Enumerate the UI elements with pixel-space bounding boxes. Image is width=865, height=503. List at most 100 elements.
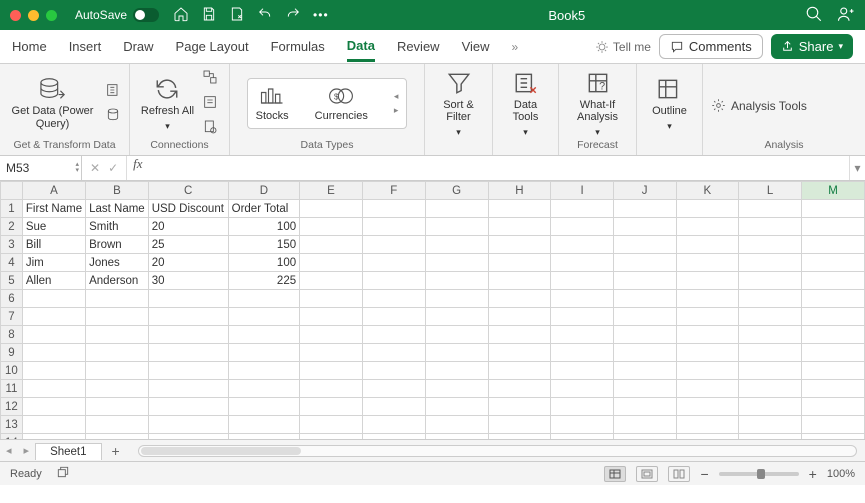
data-tools-button[interactable]: Data Tools ▾ [501, 70, 550, 138]
cell[interactable] [148, 290, 228, 308]
home-icon[interactable] [173, 6, 189, 25]
cell[interactable] [551, 308, 614, 326]
cell[interactable] [676, 308, 739, 326]
sheet-tab[interactable]: Sheet1 [35, 443, 101, 460]
cell[interactable] [86, 326, 149, 344]
cell[interactable] [551, 236, 614, 254]
analysis-tools-button[interactable]: Analysis Tools [711, 98, 807, 113]
cell[interactable]: 25 [148, 236, 228, 254]
cell[interactable]: Bill [22, 236, 85, 254]
cell[interactable] [362, 200, 425, 218]
col-header[interactable]: L [739, 182, 802, 200]
cell[interactable] [86, 416, 149, 434]
more-tabs-icon[interactable]: » [512, 40, 519, 54]
col-header[interactable]: C [148, 182, 228, 200]
from-file-icon[interactable] [105, 82, 121, 101]
cell[interactable] [300, 380, 363, 398]
cell[interactable] [300, 416, 363, 434]
cell[interactable] [228, 434, 299, 440]
cell[interactable] [228, 380, 299, 398]
cell[interactable] [362, 272, 425, 290]
zoom-out-button[interactable]: − [700, 466, 708, 482]
col-header[interactable]: A [22, 182, 85, 200]
cell[interactable] [613, 200, 676, 218]
cell[interactable] [551, 344, 614, 362]
cell[interactable] [739, 200, 802, 218]
cell[interactable] [362, 362, 425, 380]
cell[interactable] [676, 254, 739, 272]
cell[interactable] [551, 254, 614, 272]
cell[interactable] [676, 398, 739, 416]
cell[interactable] [739, 308, 802, 326]
cell[interactable] [300, 290, 363, 308]
row-header[interactable]: 4 [1, 254, 23, 272]
account-icon[interactable] [837, 5, 855, 26]
cell[interactable] [488, 272, 551, 290]
cell[interactable] [739, 416, 802, 434]
cell[interactable] [148, 326, 228, 344]
cell[interactable]: USD Discount [148, 200, 228, 218]
cell[interactable] [676, 434, 739, 440]
cell[interactable]: First Name [22, 200, 85, 218]
cell[interactable] [22, 398, 85, 416]
cell[interactable]: Brown [86, 236, 149, 254]
cell[interactable] [613, 218, 676, 236]
cell[interactable] [425, 344, 488, 362]
cell[interactable] [739, 380, 802, 398]
cell[interactable] [488, 398, 551, 416]
cell[interactable] [22, 308, 85, 326]
cell[interactable]: 150 [228, 236, 299, 254]
cell[interactable] [551, 380, 614, 398]
cell[interactable] [425, 326, 488, 344]
sheet-nav-prev[interactable]: ◂ [0, 444, 18, 457]
cell[interactable] [362, 254, 425, 272]
whatif-button[interactable]: ? What-If Analysis ▾ [567, 70, 628, 138]
tab-review[interactable]: Review [397, 33, 440, 60]
row-header[interactable]: 9 [1, 344, 23, 362]
cancel-formula-icon[interactable]: ✕ [90, 161, 100, 175]
cell[interactable]: Anderson [86, 272, 149, 290]
search-icon[interactable] [805, 5, 823, 26]
col-header[interactable]: D [228, 182, 299, 200]
cell[interactable] [613, 362, 676, 380]
name-box[interactable]: M53 ▴▾ [0, 156, 82, 180]
tab-formulas[interactable]: Formulas [271, 33, 325, 60]
cell[interactable] [801, 200, 864, 218]
cell[interactable] [739, 398, 802, 416]
minimize-window-icon[interactable] [28, 10, 39, 21]
cell[interactable]: 100 [228, 254, 299, 272]
cell[interactable] [300, 236, 363, 254]
cell[interactable] [425, 236, 488, 254]
cell[interactable] [300, 272, 363, 290]
namebox-spinner[interactable]: ▴▾ [75, 162, 79, 174]
cell[interactable] [300, 434, 363, 440]
cell[interactable] [425, 434, 488, 440]
cell[interactable] [801, 362, 864, 380]
cell[interactable] [551, 416, 614, 434]
cell[interactable] [362, 398, 425, 416]
cell[interactable] [362, 344, 425, 362]
cell[interactable] [613, 290, 676, 308]
row-header[interactable]: 8 [1, 326, 23, 344]
cell[interactable]: Jones [86, 254, 149, 272]
cell[interactable]: Jim [22, 254, 85, 272]
row-header[interactable]: 12 [1, 398, 23, 416]
cell[interactable] [551, 326, 614, 344]
cell[interactable] [488, 362, 551, 380]
cell[interactable] [22, 434, 85, 440]
select-all-corner[interactable] [1, 182, 23, 200]
cell[interactable] [148, 434, 228, 440]
cell[interactable]: Last Name [86, 200, 149, 218]
stocks-button[interactable]: Stocks [256, 85, 289, 123]
sheet-nav-next[interactable]: ▸ [18, 444, 36, 457]
datatypes-nav[interactable]: ◂▸ [394, 91, 399, 116]
cell[interactable] [801, 308, 864, 326]
tab-insert[interactable]: Insert [69, 33, 102, 60]
cell[interactable]: 100 [228, 218, 299, 236]
cell[interactable] [300, 326, 363, 344]
cell[interactable] [488, 290, 551, 308]
cell[interactable] [362, 236, 425, 254]
col-header[interactable]: M [801, 182, 864, 200]
cell[interactable] [148, 308, 228, 326]
cell[interactable]: 20 [148, 254, 228, 272]
